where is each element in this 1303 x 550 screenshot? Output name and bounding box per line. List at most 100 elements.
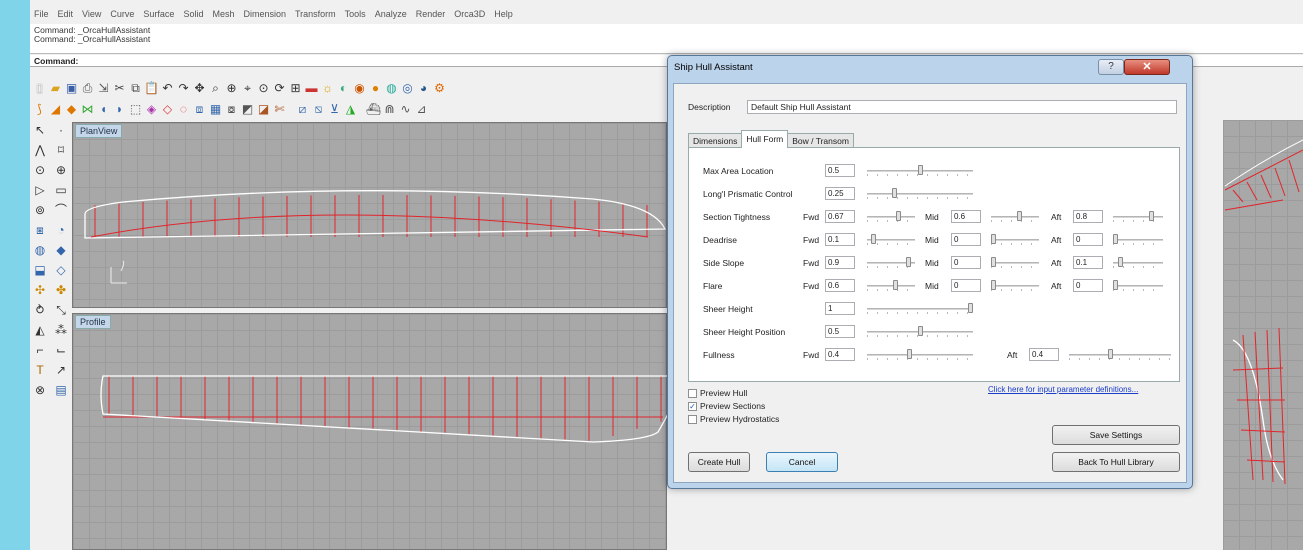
slider-thumb[interactable] — [991, 234, 996, 244]
fillet-icon[interactable]: ◖ — [96, 102, 111, 117]
slider-thumb[interactable] — [917, 326, 923, 336]
color-icon[interactable]: ▬ — [304, 81, 319, 96]
help-button[interactable]: ? — [1098, 59, 1124, 75]
flare-fwd-slider[interactable] — [865, 279, 917, 292]
plan-view-label[interactable]: PlanView — [75, 124, 123, 138]
curve-icon[interactable]: ⟆ — [32, 102, 47, 117]
slider-thumb[interactable] — [1113, 234, 1118, 244]
rectangle-icon[interactable]: ⌑ — [52, 142, 70, 159]
cancel-button[interactable]: Cancel — [766, 452, 838, 472]
back-to-hull-library-button[interactable]: Back To Hull Library — [1052, 452, 1180, 472]
fullness-aft-slider[interactable] — [1067, 348, 1173, 361]
revolve-tool-icon[interactable]: ◇ — [52, 262, 70, 279]
copy-tool-icon[interactable]: ✤ — [52, 282, 70, 299]
slider-thumb[interactable] — [1149, 211, 1154, 221]
slider-thumb[interactable] — [892, 280, 898, 290]
rotate-icon[interactable]: ⟳ — [272, 81, 287, 96]
longl-prismatic-slider[interactable] — [865, 187, 975, 200]
curvature-icon[interactable]: ∿ — [398, 102, 413, 117]
undo-icon[interactable]: ↶ — [160, 81, 175, 96]
material-icon[interactable]: ● — [368, 81, 383, 96]
slider-thumb[interactable] — [1107, 349, 1113, 359]
perspective-viewport[interactable] — [1223, 120, 1303, 550]
side-slope-mid-slider[interactable] — [989, 256, 1041, 269]
flare-fwd-input[interactable]: 0.6 — [825, 279, 855, 292]
zoom-selected-icon[interactable]: ⊙ — [256, 81, 271, 96]
menu-tools[interactable]: Tools — [345, 9, 366, 19]
move-icon[interactable]: ✣ — [31, 282, 49, 299]
flare-mid-input[interactable]: 0 — [951, 279, 981, 292]
patch-icon[interactable]: ▦ — [208, 102, 223, 117]
cut-icon[interactable]: ✂ — [112, 81, 127, 96]
deadrise-mid-input[interactable]: 0 — [951, 233, 981, 246]
analyze-icon[interactable]: ⊗ — [31, 382, 49, 399]
extrude-icon[interactable]: ⬚ — [128, 102, 143, 117]
sheer-height-position-input[interactable]: 0.5 — [825, 325, 855, 338]
profile-view-label[interactable]: Profile — [75, 315, 111, 329]
slider-thumb[interactable] — [871, 234, 877, 244]
sphere-tool-icon[interactable]: ◔ — [52, 222, 70, 239]
loft-icon[interactable]: ◈ — [144, 102, 159, 117]
slider-thumb[interactable] — [892, 188, 898, 198]
new-icon[interactable]: ▯ — [32, 81, 47, 96]
sphere-icon[interactable]: ◕ — [416, 81, 431, 96]
menu-mesh[interactable]: Mesh — [212, 9, 234, 19]
slider-thumb[interactable] — [991, 257, 996, 267]
menu-solid[interactable]: Solid — [183, 9, 203, 19]
sheer-height-slider[interactable] — [865, 302, 975, 315]
grid-icon[interactable]: ⊞ — [288, 81, 303, 96]
menu-help[interactable]: Help — [494, 9, 513, 19]
menu-dimension[interactable]: Dimension — [243, 9, 286, 19]
description-input[interactable]: Default Ship Hull Assistant — [747, 100, 1177, 114]
slider-thumb[interactable] — [907, 349, 913, 359]
side-slope-mid-input[interactable]: 0 — [951, 256, 981, 269]
properties-icon[interactable]: ◎ — [400, 81, 415, 96]
checkbox-box[interactable] — [688, 414, 697, 424]
arc-icon[interactable]: ⊕ — [52, 162, 70, 179]
tab-hull-form[interactable]: Hull Form — [741, 130, 789, 148]
paste-icon[interactable]: 📋 — [144, 81, 159, 96]
deadrise-fwd-slider[interactable] — [865, 233, 917, 246]
preview-sections-checkbox[interactable]: ✓ Preview Sections — [688, 401, 765, 411]
max-area-location-slider[interactable] — [865, 164, 975, 177]
menu-orca3d[interactable]: Orca3D — [454, 9, 485, 19]
fullness-aft-input[interactable]: 0.4 — [1029, 348, 1059, 361]
tab-dimensions[interactable]: Dimensions — [688, 133, 743, 148]
light-icon[interactable]: ☼ — [320, 81, 335, 96]
sections-icon[interactable]: ⋒ — [382, 102, 397, 117]
ellipse-icon[interactable]: ▭ — [52, 182, 70, 199]
render-icon[interactable]: ◉ — [352, 81, 367, 96]
deadrise-aft-slider[interactable] — [1111, 233, 1165, 246]
save-icon[interactable]: ▣ — [64, 81, 79, 96]
split-tool-icon[interactable]: ⌙ — [52, 342, 70, 359]
network-icon[interactable]: ⧈ — [192, 102, 207, 117]
cone-icon[interactable]: ◆ — [52, 242, 70, 259]
dimension-tool-icon[interactable]: ↗ — [52, 362, 70, 379]
explode-icon[interactable]: ⧅ — [311, 102, 326, 117]
slider-thumb[interactable] — [968, 303, 973, 313]
extrude-tool-icon[interactable]: ⬓ — [31, 262, 49, 279]
redo-icon[interactable]: ↷ — [176, 81, 191, 96]
polygon-icon[interactable]: ⊚ — [31, 202, 49, 219]
flare-aft-input[interactable]: 0 — [1073, 279, 1103, 292]
cap-icon[interactable]: ◩ — [240, 102, 255, 117]
side-slope-aft-input[interactable]: 0.1 — [1073, 256, 1103, 269]
section-tightness-aft-slider[interactable] — [1111, 210, 1165, 223]
save-settings-button[interactable]: Save Settings — [1052, 425, 1180, 445]
menu-transform[interactable]: Transform — [295, 9, 336, 19]
deadrise-fwd-input[interactable]: 0.1 — [825, 233, 855, 246]
mirror-icon[interactable]: ◭ — [31, 322, 49, 339]
deadrise-aft-input[interactable]: 0 — [1073, 233, 1103, 246]
scale-icon[interactable]: ⤡ — [52, 302, 70, 319]
zoom-extents-icon[interactable]: ⌖ — [240, 81, 255, 96]
tab-bow-transom[interactable]: Bow / Transom — [787, 133, 854, 148]
slider-thumb[interactable] — [905, 257, 911, 267]
section-tightness-fwd-slider[interactable] — [865, 210, 917, 223]
hydrostatics-icon[interactable]: ◮ — [343, 102, 358, 117]
side-slope-fwd-slider[interactable] — [865, 256, 917, 269]
slider-thumb[interactable] — [895, 211, 901, 221]
slider-thumb[interactable] — [1016, 211, 1022, 221]
trim-tool-icon[interactable]: ⌐ — [31, 342, 49, 359]
circle-icon[interactable]: ⊙ — [31, 162, 49, 179]
rotate-tool-icon[interactable]: ⥁ — [31, 302, 49, 319]
